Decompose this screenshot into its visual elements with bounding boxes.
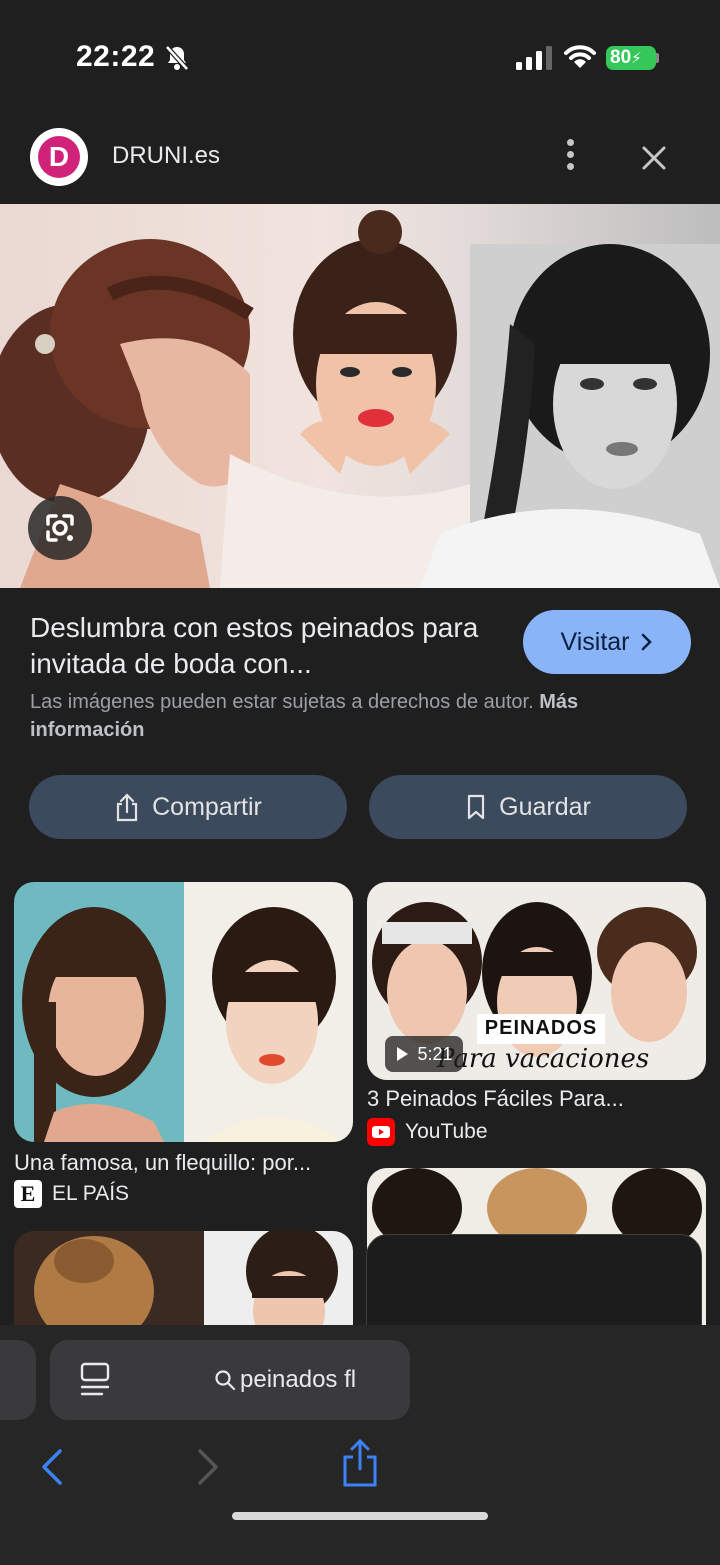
share-button[interactable]: Compartir xyxy=(29,775,347,839)
reader-mode-icon xyxy=(80,1362,110,1396)
youtube-icon xyxy=(367,1118,395,1146)
video-duration: 5:21 xyxy=(417,1043,453,1064)
video-duration-badge: 5:21 xyxy=(385,1036,463,1072)
result-thumbnail[interactable] xyxy=(14,882,353,1142)
bookmark-icon xyxy=(468,794,485,820)
share-icon xyxy=(117,793,138,822)
save-button[interactable]: Guardar xyxy=(369,775,687,839)
share-page-icon[interactable] xyxy=(340,1437,380,1489)
battery-indicator: 80⚡ xyxy=(606,46,656,70)
result-thumbnail[interactable] xyxy=(14,1231,353,1325)
save-label: Guardar xyxy=(499,792,591,821)
google-lens-button[interactable] xyxy=(28,496,92,560)
result-title: Deslumbra con estos peinados para invita… xyxy=(30,612,479,679)
thumbnail-illustration xyxy=(14,882,353,1142)
clock: 22:22 xyxy=(76,40,156,73)
site-logo-letter: D xyxy=(38,136,80,178)
address-bar[interactable]: peinados fl xyxy=(50,1340,410,1420)
visit-button[interactable]: Visitar xyxy=(523,610,691,674)
result-source[interactable]: YouTube xyxy=(367,1118,488,1146)
bell-muted-icon xyxy=(165,45,189,71)
back-icon[interactable] xyxy=(34,1445,70,1489)
result-caption[interactable]: 3 Peinados Fáciles Para... xyxy=(367,1086,624,1112)
hero-illustration xyxy=(0,210,720,588)
hero-image[interactable] xyxy=(0,204,720,588)
status-bar: 22:22 80⚡ xyxy=(0,0,720,110)
wifi-icon xyxy=(564,45,596,68)
site-header: D DRUNI.es xyxy=(0,110,720,204)
address-query: peinados fl xyxy=(240,1366,357,1393)
copyright-text: Las imágenes pueden estar sujetas a dere… xyxy=(30,691,534,713)
visit-label: Visitar xyxy=(560,627,630,656)
video-thumbnail[interactable]: PEINADOS Para vacaciones 5:21 xyxy=(367,882,706,1080)
video-overlay-subtitle: Para vacaciones xyxy=(437,1044,650,1074)
address-text: peinados fl xyxy=(214,1366,356,1394)
battery-level: 80 xyxy=(610,47,632,68)
search-icon xyxy=(215,1370,236,1391)
source-name: YouTube xyxy=(405,1120,488,1143)
video-overlay-title: PEINADOS xyxy=(484,1017,598,1039)
forward-icon[interactable] xyxy=(190,1445,226,1489)
source-name: EL PAÍS xyxy=(52,1182,130,1205)
charging-bolt-icon: ⚡ xyxy=(631,50,642,67)
play-icon xyxy=(397,1047,409,1061)
previous-tab-pill[interactable] xyxy=(0,1340,36,1420)
lens-icon xyxy=(46,514,74,542)
elpais-icon: E xyxy=(14,1180,42,1208)
site-name[interactable]: DRUNI.es xyxy=(112,142,220,170)
result-source[interactable]: E EL PAÍS xyxy=(14,1180,129,1208)
cellular-signal-icon xyxy=(516,46,552,70)
result-caption[interactable]: Una famosa, un flequillo: por... xyxy=(14,1150,311,1176)
bottom-toolbar: peinados fl xyxy=(0,1325,720,1565)
home-indicator[interactable] xyxy=(232,1512,488,1520)
more-options-icon[interactable] xyxy=(558,136,582,176)
share-label: Compartir xyxy=(152,792,262,821)
chevron-right-icon xyxy=(641,633,652,651)
thumbnail-illustration xyxy=(14,1231,353,1325)
battery-tip xyxy=(656,53,659,63)
copyright-notice: Las imágenes pueden estar sujetas a dere… xyxy=(30,688,670,744)
site-logo[interactable]: D xyxy=(30,128,88,186)
close-icon[interactable] xyxy=(634,138,674,178)
